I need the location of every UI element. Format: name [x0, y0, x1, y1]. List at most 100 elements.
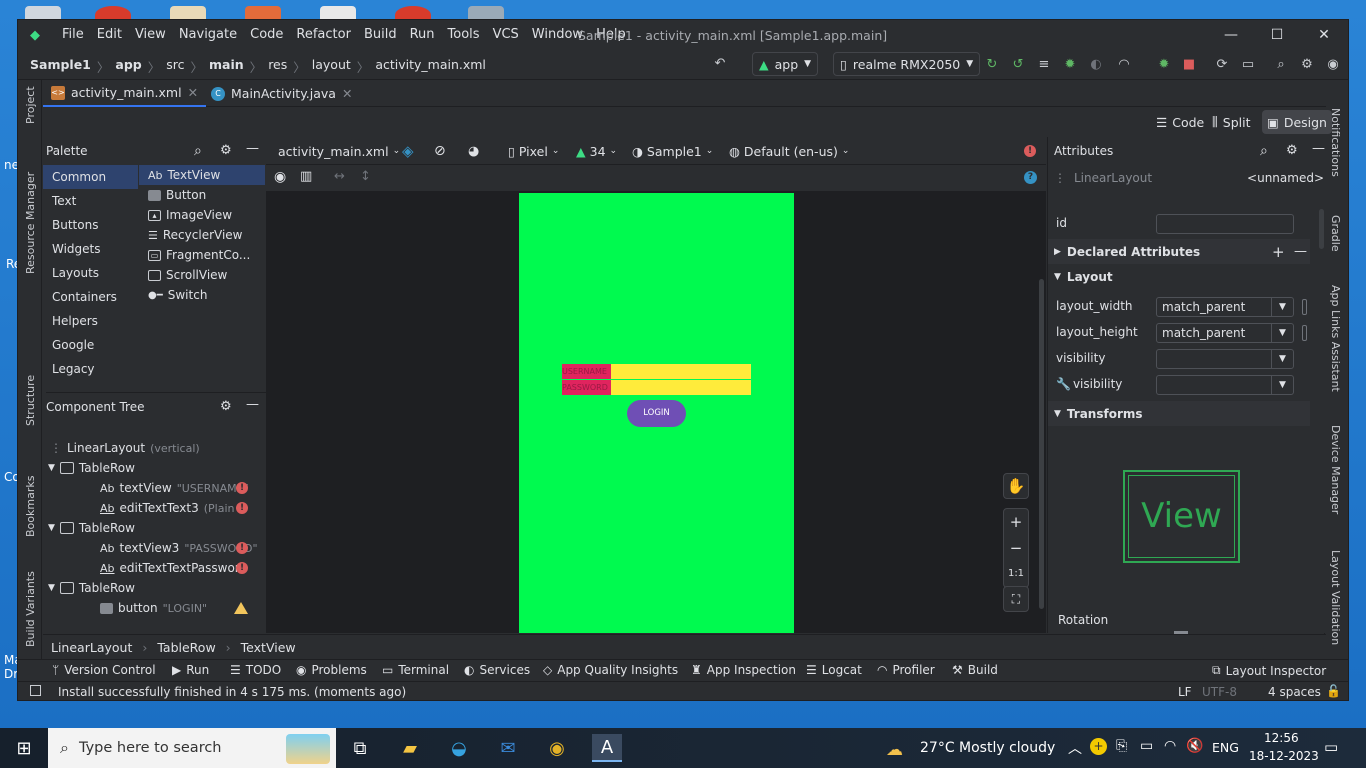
problems-tool-button[interactable]: ◉ Problems: [296, 663, 367, 677]
gradle-tool-button[interactable]: Gradle: [1329, 215, 1342, 252]
api-level-dropdown[interactable]: ▲ 34 ⌄: [576, 142, 617, 160]
maximize-button[interactable]: ☐: [1254, 24, 1300, 46]
breadcrumb-main[interactable]: main: [209, 57, 244, 76]
error-icon[interactable]: !: [236, 542, 248, 554]
tree-node-edittext[interactable]: Ab editTextText3 (Plain T...: [100, 498, 240, 518]
sync-gradle-icon[interactable]: ⟳: [1214, 57, 1230, 73]
warning-icon[interactable]: [234, 602, 248, 614]
chevron-down-icon[interactable]: ▼: [48, 463, 55, 473]
search-icon[interactable]: ⌕: [1273, 57, 1289, 73]
minimize-button[interactable]: —: [1208, 24, 1254, 46]
layout-validation-tool-button[interactable]: Layout Validation: [1329, 550, 1342, 645]
profiler-tool-button[interactable]: ◠ Profiler: [877, 663, 935, 677]
terminal-tool-button[interactable]: ▭ Terminal: [382, 663, 449, 677]
search-icon[interactable]: ⌕: [194, 143, 202, 159]
logcat-tool-button[interactable]: ☰ Logcat: [806, 663, 862, 677]
split-view-button[interactable]: ⫼ Split: [1207, 110, 1255, 134]
error-icon[interactable]: !: [1024, 145, 1036, 157]
palette-category-widgets[interactable]: Widgets: [43, 237, 138, 261]
code-view-button[interactable]: ☰ Code: [1151, 110, 1209, 134]
tools-visibility-dropdown[interactable]: ▼: [1156, 375, 1294, 395]
debug-icon[interactable]: ✹: [1062, 57, 1078, 73]
vcs-update-icon[interactable]: ↶: [712, 56, 728, 72]
layout-preview[interactable]: USERNAME PASSWORD LOGIN: [519, 193, 794, 633]
menu-edit[interactable]: Edit: [97, 27, 122, 42]
breadcrumb-src[interactable]: src: [166, 57, 184, 76]
declared-attributes-section[interactable]: ▶ Declared Attributes + —: [1048, 239, 1310, 264]
close-tab-icon[interactable]: ✕: [188, 85, 198, 100]
clock-date[interactable]: 18-12-2023: [1249, 749, 1319, 763]
device-dropdown[interactable]: ▯ realme RMX2050 ▼: [833, 52, 981, 76]
services-tool-button[interactable]: ◐ Services: [464, 663, 530, 677]
chrome-browser-icon[interactable]: ◉: [543, 734, 571, 762]
palette-item-recyclerview[interactable]: ☰ RecyclerView: [139, 225, 265, 245]
zoom-to-fit-button[interactable]: ⛶: [1003, 586, 1029, 612]
device-mirror-icon[interactable]: ▭: [1240, 57, 1256, 73]
run-with-coverage-icon[interactable]: ◠: [1116, 57, 1132, 73]
resource-picker-icon[interactable]: [1302, 325, 1307, 341]
tray-device-icon[interactable]: ⎘: [1116, 738, 1127, 754]
file-selector-dropdown[interactable]: activity_main.xml ⌄: [278, 142, 400, 160]
clock-time[interactable]: 12:56: [1264, 731, 1299, 745]
menu-window[interactable]: Window: [532, 27, 583, 42]
tree-node-edittext-password[interactable]: Ab editTextTextPassword ...: [100, 558, 240, 578]
menu-code[interactable]: Code: [250, 27, 283, 42]
palette-category-buttons[interactable]: Buttons: [43, 213, 138, 237]
palette-category-common[interactable]: Common: [43, 165, 138, 189]
settings-gear-icon[interactable]: ⚙: [1299, 57, 1315, 73]
volume-muted-icon[interactable]: 🔇: [1186, 738, 1203, 754]
breadcrumb-tablerow[interactable]: TableRow: [157, 640, 215, 655]
id-input[interactable]: [1156, 214, 1294, 234]
horizontal-resize-icon[interactable]: ↔: [334, 169, 345, 184]
menu-run[interactable]: Run: [410, 27, 435, 42]
app-inspection-tool-button[interactable]: ♜ App Inspection: [691, 663, 796, 677]
device-preview-dropdown[interactable]: ▯ Pixel ⌄: [508, 142, 559, 160]
layout-section[interactable]: ▼ Layout: [1048, 264, 1310, 289]
notifications-icon[interactable]: ▭: [1324, 738, 1338, 756]
breadcrumb-textview[interactable]: TextView: [241, 640, 296, 655]
blueprint-icon[interactable]: ▥: [300, 169, 312, 184]
apply-code-changes-icon[interactable]: ≡: [1036, 57, 1052, 73]
build-tool-button[interactable]: ⚒ Build: [952, 663, 998, 677]
windows-start-icon[interactable]: ⊞: [10, 734, 38, 762]
username-field[interactable]: [611, 364, 751, 379]
chevron-up-icon[interactable]: ︿: [1068, 738, 1082, 758]
attach-debugger-icon[interactable]: ✹: [1156, 57, 1172, 73]
palette-category-containers[interactable]: Containers: [43, 285, 138, 309]
zoom-in-button[interactable]: +: [1004, 509, 1028, 535]
resource-manager-tool-button[interactable]: Resource Manager: [24, 172, 37, 274]
language-indicator[interactable]: ENG: [1212, 740, 1239, 755]
device-manager-tool-button[interactable]: Device Manager: [1329, 425, 1342, 514]
password-label[interactable]: PASSWORD: [562, 380, 611, 395]
layout-height-dropdown[interactable]: match_parent ▼: [1156, 323, 1294, 343]
project-tool-button[interactable]: Project: [24, 86, 37, 124]
layout-width-dropdown[interactable]: match_parent ▼: [1156, 297, 1294, 317]
password-field[interactable]: [611, 380, 751, 395]
structure-tool-button[interactable]: Structure: [24, 375, 37, 426]
pan-hand-button[interactable]: ✋: [1003, 473, 1029, 499]
close-tab-icon[interactable]: ✕: [342, 86, 352, 101]
search-icon[interactable]: ⌕: [1260, 143, 1268, 159]
error-icon[interactable]: !: [236, 482, 248, 494]
layers-icon[interactable]: ◈: [402, 142, 414, 160]
tree-node-tablerow[interactable]: ▼ TableRow: [48, 518, 263, 538]
file-explorer-icon[interactable]: ▰: [396, 734, 424, 762]
tree-node-tablerow[interactable]: ▼ TableRow: [48, 578, 263, 598]
locale-dropdown[interactable]: ◍ Default (en-us) ⌄: [729, 142, 849, 160]
tab-activity-main-xml[interactable]: <> activity_main.xml ✕: [43, 80, 207, 107]
menu-view[interactable]: View: [135, 27, 166, 42]
breadcrumb-module[interactable]: app: [115, 57, 141, 76]
add-attribute-icon[interactable]: +: [1272, 243, 1285, 261]
error-icon[interactable]: !: [236, 562, 248, 574]
file-encoding[interactable]: UTF-8: [1202, 685, 1237, 699]
minimize-panel-icon[interactable]: —: [1312, 141, 1325, 156]
login-button[interactable]: LOGIN: [627, 400, 686, 427]
line-separator[interactable]: LF: [1178, 685, 1192, 699]
orientation-icon[interactable]: ⊘: [434, 142, 446, 160]
profile-icon[interactable]: ◐: [1088, 57, 1104, 73]
tool-windows-toggle-icon[interactable]: [30, 685, 41, 696]
chevron-down-icon[interactable]: ▼: [48, 523, 55, 533]
run-config-dropdown[interactable]: ▲ app ▼: [752, 52, 819, 76]
wifi-icon[interactable]: ◠: [1164, 738, 1176, 754]
app-quality-insights-tool-button[interactable]: ◇ App Quality Insights: [543, 663, 678, 677]
